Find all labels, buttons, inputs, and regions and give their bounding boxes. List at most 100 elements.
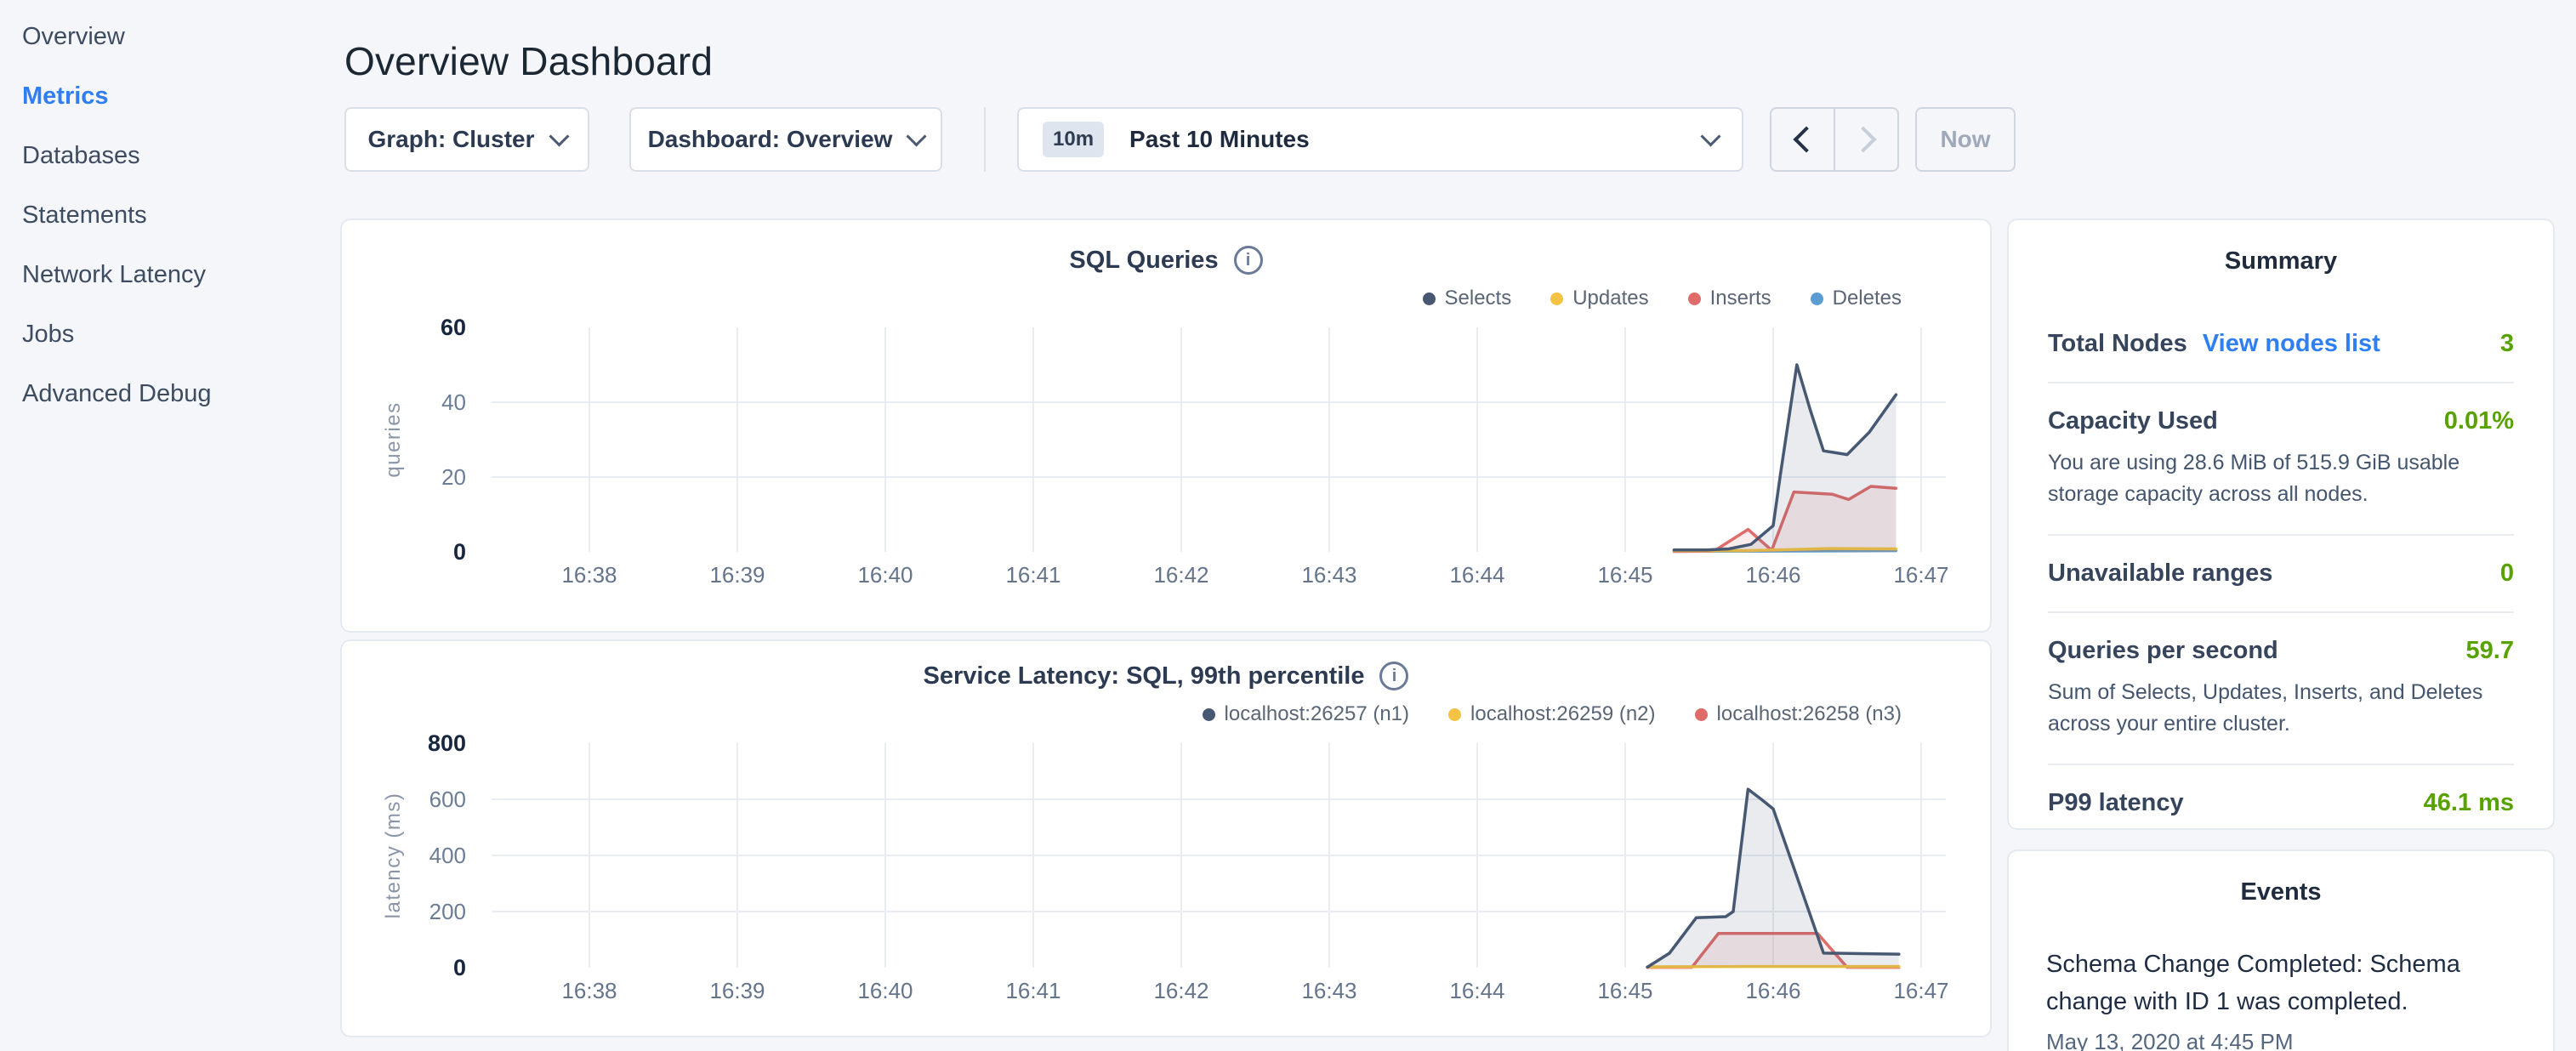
events-card: Events Schema Change Completed: Schema c… [2007, 849, 2555, 1051]
toolbar: Graph: Cluster Dashboard: Overview 10m P… [344, 107, 2016, 172]
time-range-selector[interactable]: 10m Past 10 Minutes [1017, 107, 1743, 172]
next-time-button[interactable] [1835, 109, 1897, 170]
svg-text:16:38: 16:38 [561, 562, 617, 588]
chevron-left-icon [1793, 126, 1819, 152]
sql-queries-chart-plot[interactable]: 16:3816:3916:4016:4116:4216:4316:4416:45… [362, 312, 1970, 597]
event-timestamp: May 13, 2020 at 4:45 PM [2009, 1029, 2553, 1051]
legend-label: localhost:26259 (n2) [1470, 702, 1655, 726]
sql-queries-chart-card: SQL Queries i Selects Updates Inserts Delet… [340, 219, 1992, 633]
summary-row-capacity-used: Capacity Used 0.01% [2048, 407, 2514, 435]
info-icon[interactable]: i [1379, 662, 1408, 690]
svg-text:16:46: 16:46 [1745, 978, 1800, 1003]
summary-row-value: 46.1 ms [2424, 789, 2514, 817]
chart-title-row: SQL Queries i [342, 246, 1990, 275]
summary-divider [2048, 382, 2514, 383]
summary-divider [2048, 764, 2514, 765]
legend-dot-icon [1423, 293, 1436, 305]
svg-text:16:43: 16:43 [1301, 562, 1356, 588]
legend-label: Updates [1572, 287, 1648, 310]
dashboard-selector-dropdown[interactable]: Dashboard: Overview [629, 107, 942, 172]
sidebar-item-databases[interactable]: Databases [0, 138, 340, 197]
now-button[interactable]: Now [1915, 107, 2016, 172]
summary-row-value: 0.01% [2444, 407, 2514, 435]
app-root: OverviewMetricsDatabasesStatementsNetwor… [0, 0, 2576, 1051]
summary-body: Total Nodes View nodes list 3 Capacity U… [2009, 276, 2553, 817]
legend-dot-icon [1695, 708, 1708, 721]
svg-text:16:43: 16:43 [1301, 978, 1356, 1003]
summary-divider [2048, 534, 2514, 536]
legend-dot-icon [1550, 293, 1563, 305]
svg-text:40: 40 [441, 389, 466, 415]
graph-selector-dropdown[interactable]: Graph: Cluster [344, 107, 589, 172]
svg-text:16:41: 16:41 [1005, 562, 1061, 588]
summary-row-unavailable-ranges: Unavailable ranges 0 [2048, 560, 2514, 588]
legend-label: Inserts [1710, 287, 1771, 310]
sidebar-item-metrics[interactable]: Metrics [0, 78, 340, 138]
view-nodes-link[interactable]: View nodes list [2203, 330, 2380, 358]
summary-row-queries-per-second: Queries per second 59.7 [2048, 637, 2514, 665]
sidebar-item-jobs[interactable]: Jobs [0, 316, 340, 376]
svg-text:16:40: 16:40 [857, 562, 913, 588]
events-title: Events [2009, 878, 2553, 906]
svg-text:16:41: 16:41 [1005, 978, 1061, 1003]
chevron-right-icon [1850, 126, 1876, 152]
time-pager [1770, 107, 1899, 172]
service-latency-chart-card: Service Latency: SQL, 99th percentile i … [340, 639, 1992, 1037]
chart-title: SQL Queries [1069, 247, 1218, 275]
chart-legend: Selects Updates Inserts Deletes [342, 287, 1902, 310]
sidebar-item-statements[interactable]: Statements [0, 197, 340, 257]
time-range-badge: 10m [1043, 122, 1104, 157]
legend-dot-icon [1203, 708, 1215, 721]
toolbar-divider [984, 107, 986, 172]
legend-label: localhost:26258 (n3) [1717, 702, 1902, 726]
chevron-down-icon [1700, 126, 1720, 146]
chevron-down-icon [549, 126, 569, 146]
sidebar-item-overview[interactable]: Overview [0, 19, 340, 78]
time-range-label: Past 10 Minutes [1129, 126, 1310, 153]
legend-item: localhost:26259 (n2) [1448, 702, 1655, 726]
page-title: Overview Dashboard [344, 38, 713, 84]
chart-legend: localhost:26257 (n1)localhost:26259 (n2)… [342, 702, 1902, 726]
legend-label: Deletes [1833, 287, 1902, 310]
svg-text:16:40: 16:40 [857, 978, 913, 1003]
summary-row-value: 59.7 [2466, 637, 2514, 665]
sidebar-item-advanced-debug[interactable]: Advanced Debug [0, 376, 340, 435]
summary-divider [2048, 611, 2514, 613]
svg-text:16:42: 16:42 [1153, 562, 1208, 588]
chevron-down-icon [907, 126, 927, 146]
event-text: Schema Change Completed: Schema change w… [2009, 946, 2553, 1020]
summary-row-value: 3 [2500, 330, 2514, 358]
service-latency-chart-plot[interactable]: 16:3816:3916:4016:4116:4216:4316:4416:45… [362, 728, 1970, 1013]
summary-row-description: You are using 28.6 MiB of 515.9 GiB usab… [2048, 447, 2514, 510]
svg-text:60: 60 [441, 315, 466, 340]
sidebar-item-network-latency[interactable]: Network Latency [0, 257, 340, 316]
svg-text:600: 600 [429, 787, 466, 812]
graph-selector-label: Graph: Cluster [367, 126, 534, 153]
svg-text:20: 20 [441, 464, 466, 490]
chart-title: Service Latency: SQL, 99th percentile [924, 662, 1365, 690]
svg-text:0: 0 [453, 539, 466, 565]
legend-dot-icon [1811, 293, 1823, 305]
svg-text:16:47: 16:47 [1893, 978, 1948, 1003]
info-icon[interactable]: i [1234, 246, 1263, 275]
summary-row-p99-latency: P99 latency 46.1 ms [2048, 789, 2514, 817]
svg-text:16:39: 16:39 [709, 562, 765, 588]
svg-text:16:42: 16:42 [1153, 978, 1208, 1003]
summary-card: Summary Total Nodes View nodes list 3 Ca… [2007, 219, 2555, 830]
legend-label: Selects [1445, 287, 1512, 310]
prev-time-button[interactable] [1771, 109, 1834, 170]
legend-item: localhost:26258 (n3) [1695, 702, 1902, 726]
svg-text:16:39: 16:39 [709, 978, 765, 1003]
legend-item: Updates [1550, 287, 1648, 310]
summary-title: Summary [2009, 247, 2553, 276]
svg-text:16:47: 16:47 [1893, 562, 1948, 588]
svg-text:200: 200 [429, 899, 466, 924]
summary-row-value: 0 [2500, 560, 2514, 588]
chart-title-row: Service Latency: SQL, 99th percentile i [342, 662, 1990, 690]
legend-dot-icon [1688, 293, 1701, 305]
svg-text:16:45: 16:45 [1597, 978, 1652, 1003]
svg-text:16:46: 16:46 [1745, 562, 1800, 588]
summary-row-label: Queries per second [2048, 637, 2278, 665]
legend-dot-icon [1448, 708, 1461, 721]
summary-row-description: Sum of Selects, Updates, Inserts, and De… [2048, 677, 2514, 740]
